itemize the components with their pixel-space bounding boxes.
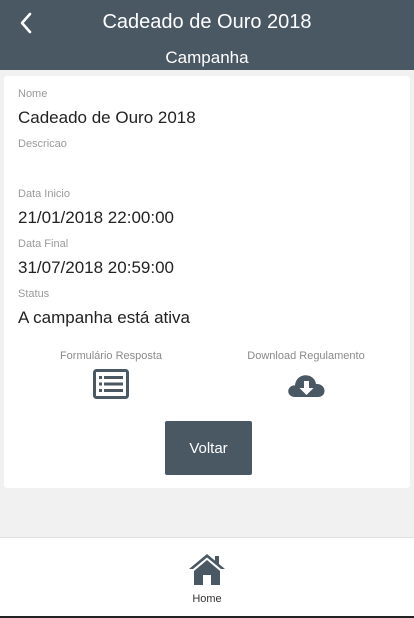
home-icon [189,554,225,585]
download-regulamento-button[interactable]: Download Regulamento [216,349,396,399]
field-data-inicio: Data Inicio 21/01/2018 22:00:00 [18,187,396,229]
field-value: Cadeado de Ouro 2018 [18,108,196,127]
field-value: 31/07/2018 20:59:00 [18,258,174,277]
field-value: 21/01/2018 22:00:00 [18,208,174,227]
formulario-resposta-button[interactable]: Formulário Resposta [21,349,201,399]
field-status: Status A campanha está ativa [18,287,396,329]
home-label: Home [192,593,222,605]
cloud-download-icon [288,375,325,397]
voltar-button[interactable]: Voltar [165,421,252,475]
app-header: Cadeado de Ouro 2018 Campanha [0,0,414,70]
list-icon [93,369,129,399]
home-tab[interactable]: Home [172,552,242,605]
field-label: Data Inicio [18,188,70,200]
page-title: Cadeado de Ouro 2018 [102,11,312,33]
field-nome: Nome Cadeado de Ouro 2018 [18,87,396,129]
field-descricao: Descricao [18,137,396,157]
field-label: Descricao [18,138,67,150]
field-label: Status [18,288,50,300]
field-label: Data Final [18,238,69,250]
field-data-final: Data Final 31/07/2018 20:59:00 [18,237,396,279]
action-label: Formulário Resposta [59,350,163,362]
action-label: Download Regulamento [247,350,365,362]
campaign-card: Nome Cadeado de Ouro 2018 Descricao Data… [4,76,410,488]
field-label: Nome [18,88,48,100]
page-subtitle: Campanha [165,48,249,67]
bottom-nav: Home [0,537,414,617]
field-value: A campanha está ativa [18,308,191,327]
